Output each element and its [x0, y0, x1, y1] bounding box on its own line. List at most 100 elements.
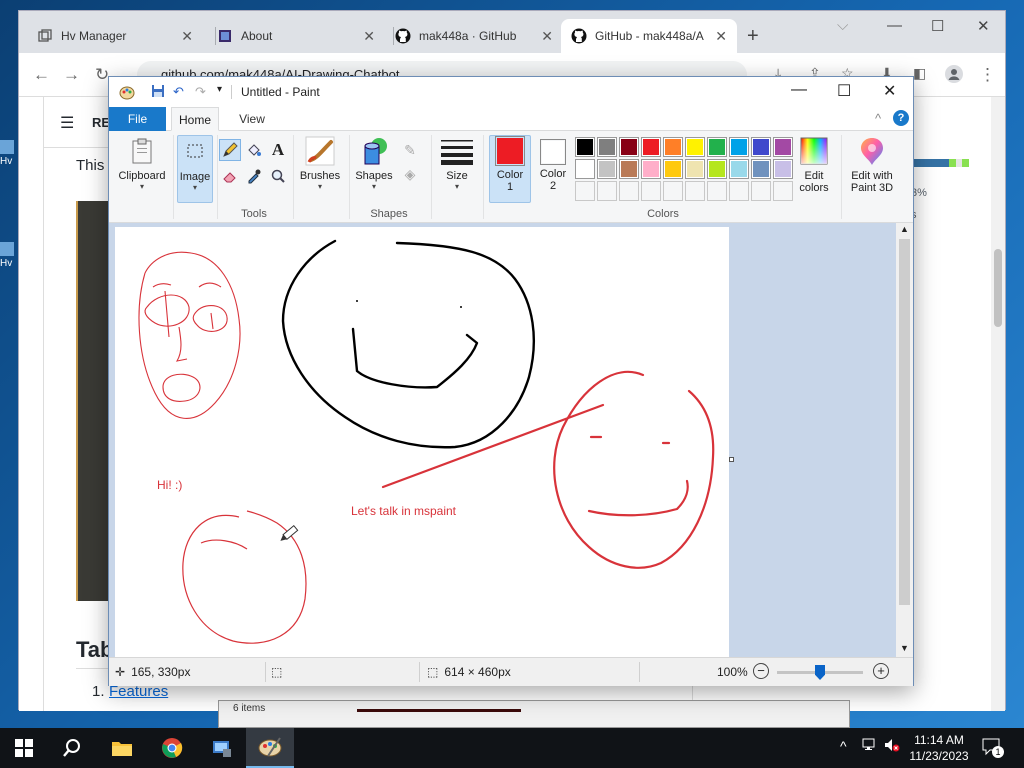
close-icon[interactable]: ✕ [363, 28, 375, 45]
tab-hv-manager[interactable]: Hv Manager ✕ [27, 19, 203, 53]
color1-button[interactable]: Color 1 [489, 135, 531, 203]
palette-swatch[interactable] [641, 159, 661, 179]
save-icon[interactable] [151, 84, 165, 101]
palette-custom-slot[interactable] [773, 181, 793, 201]
palette-swatch[interactable] [685, 137, 705, 157]
notification-center-button[interactable]: 1 [982, 738, 1004, 759]
paint-taskbar-button[interactable] [246, 728, 294, 768]
start-button[interactable] [0, 728, 48, 768]
color-picker-icon[interactable] [243, 165, 265, 187]
palette-swatch[interactable] [707, 137, 727, 157]
maximize-button[interactable]: ☐ [837, 81, 851, 101]
side-panel-icon[interactable]: ◧ [913, 65, 926, 82]
palette-swatch[interactable] [773, 159, 793, 179]
palette-swatch[interactable] [663, 137, 683, 157]
scrollbar-thumb[interactable] [899, 239, 910, 605]
menu-kebab-icon[interactable]: ⋮ [979, 65, 996, 85]
brushes-button[interactable]: Brushes ▾ [297, 135, 343, 203]
palette-swatch[interactable] [751, 159, 771, 179]
image-select-button[interactable]: Image ▾ [177, 135, 213, 203]
clipboard-button[interactable]: Clipboard ▾ [115, 135, 169, 203]
toc-menu-icon[interactable]: ☰ [60, 113, 74, 133]
palette-custom-slot[interactable] [729, 181, 749, 201]
palette-swatch[interactable] [751, 137, 771, 157]
palette-swatch[interactable] [685, 159, 705, 179]
tab-view[interactable]: View [231, 107, 273, 131]
network-icon[interactable] [862, 738, 878, 755]
tray-overflow-icon[interactable]: ^ [840, 738, 847, 754]
palette-swatch[interactable] [575, 137, 595, 157]
drawing-canvas[interactable]: Hi! :) Let's talk in mspaint [115, 227, 729, 657]
search-button[interactable] [48, 728, 96, 768]
palette-swatch[interactable] [663, 159, 683, 179]
zoom-out-button[interactable]: − [753, 663, 769, 679]
scrollbar-thumb[interactable] [994, 249, 1002, 327]
edit-with-paint3d-button[interactable]: Edit with Paint 3D [845, 135, 899, 203]
palette-swatch[interactable] [619, 159, 639, 179]
canvas-scrollbar[interactable]: ▲ ▼ [896, 223, 913, 657]
eraser-icon[interactable] [219, 165, 241, 187]
palette-swatch[interactable] [619, 137, 639, 157]
size-button[interactable]: Size ▾ [437, 135, 477, 203]
fill-bucket-icon[interactable] [243, 139, 265, 161]
minimize-button[interactable]: — [887, 17, 902, 34]
minimize-button[interactable]: — [791, 81, 807, 99]
desktop-shortcut[interactable]: Hv [0, 242, 18, 269]
canvas-resize-handle[interactable] [729, 457, 734, 462]
pencil-icon[interactable] [219, 139, 241, 161]
palette-swatch[interactable] [597, 159, 617, 179]
control-panel-button[interactable] [198, 728, 246, 768]
palette-custom-slot[interactable] [685, 181, 705, 201]
speaker-muted-icon[interactable] [884, 738, 900, 755]
zoom-slider-thumb[interactable] [815, 665, 825, 680]
forward-button[interactable]: → [63, 65, 80, 85]
palette-custom-slot[interactable] [575, 181, 595, 201]
edit-colors-button[interactable]: Edit colors [791, 135, 837, 203]
outline-icon[interactable]: ✎ [399, 139, 421, 161]
palette-custom-slot[interactable] [751, 181, 771, 201]
palette-swatch[interactable] [597, 137, 617, 157]
redo-icon[interactable]: ↷ [195, 84, 206, 100]
palette-swatch[interactable] [729, 159, 749, 179]
tab-file[interactable]: File [109, 107, 166, 131]
close-icon[interactable]: ✕ [181, 28, 193, 45]
close-button[interactable]: ✕ [977, 17, 990, 35]
zoom-in-button[interactable]: + [873, 663, 889, 679]
palette-swatch[interactable] [773, 137, 793, 157]
close-button[interactable]: ✕ [883, 81, 896, 101]
close-icon[interactable]: ✕ [541, 28, 553, 45]
desktop-shortcut[interactable]: Hv [0, 140, 18, 167]
color2-button[interactable]: Color 2 [533, 135, 573, 203]
chrome-button[interactable] [148, 728, 196, 768]
palette-custom-slot[interactable] [597, 181, 617, 201]
profile-avatar[interactable] [945, 65, 963, 88]
palette-swatch[interactable] [575, 159, 595, 179]
close-icon[interactable]: ✕ [715, 28, 727, 45]
scroll-up-icon[interactable]: ▲ [900, 224, 909, 234]
back-button[interactable]: ← [33, 65, 50, 85]
quick-access-dropdown-icon[interactable]: ▾ [217, 84, 222, 95]
magnifier-icon[interactable] [267, 165, 289, 187]
palette-custom-slot[interactable] [641, 181, 661, 201]
zoom-slider[interactable] [777, 665, 863, 680]
collapse-ribbon-icon[interactable]: ^ [875, 111, 881, 126]
palette-custom-slot[interactable] [663, 181, 683, 201]
palette-swatch[interactable] [641, 137, 661, 157]
shapes-button[interactable]: Shapes ▾ [353, 135, 395, 203]
tab-search-button[interactable]: ⌵ [837, 17, 848, 34]
file-explorer-button[interactable] [98, 728, 146, 768]
help-icon[interactable]: ? [893, 110, 909, 126]
maximize-button[interactable]: ☐ [931, 17, 944, 35]
tab-about[interactable]: About ✕ [207, 19, 385, 53]
tab-home[interactable]: Home [171, 107, 219, 131]
palette-swatch[interactable] [729, 137, 749, 157]
palette-swatch[interactable] [707, 159, 727, 179]
page-scrollbar[interactable] [991, 97, 1005, 711]
palette-custom-slot[interactable] [707, 181, 727, 201]
tab-github-profile[interactable]: mak448a · GitHub ✕ [385, 19, 563, 53]
scroll-down-icon[interactable]: ▼ [900, 643, 909, 653]
fill-icon[interactable]: ◈ [399, 163, 421, 185]
undo-icon[interactable]: ↶ [173, 84, 184, 100]
tab-github-repo[interactable]: GitHub - mak448a/A ✕ [561, 19, 737, 53]
system-clock[interactable]: 11:14 AM 11/23/2023 [904, 732, 974, 764]
